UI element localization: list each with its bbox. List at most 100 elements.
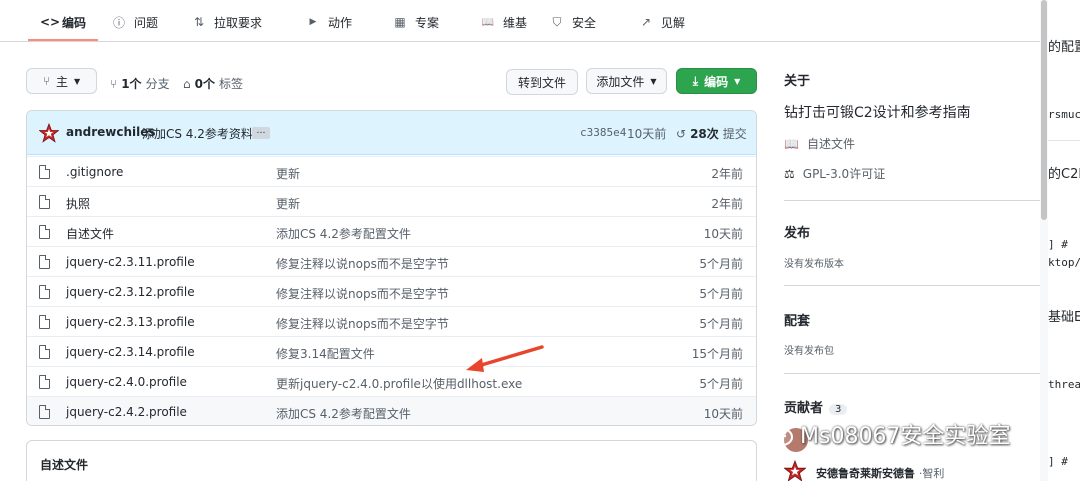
- contributors-heading[interactable]: 贡献者 3: [784, 397, 848, 416]
- sidebar-divider: [784, 200, 1040, 201]
- file-commit-message[interactable]: 修复注释以说nops而不是空字节: [276, 315, 449, 332]
- file-commit-message[interactable]: 修复注释以说nops而不是空字节: [276, 255, 449, 272]
- branch-name: 主: [56, 74, 69, 89]
- file-age: 5个月前: [699, 317, 743, 331]
- watermark: Ms08067安全实验室: [760, 418, 1010, 450]
- code-button-label: 编码: [704, 74, 729, 89]
- strip-text: 基础E: [1048, 310, 1080, 325]
- file-age: 5个月前: [699, 257, 743, 271]
- strip-text: 的C2li: [1048, 167, 1080, 182]
- file-commit-message[interactable]: 更新: [276, 195, 300, 212]
- file-name[interactable]: jquery-c2.3.12.profile: [66, 285, 195, 299]
- tab-wiki-label: 维基: [503, 15, 528, 30]
- author-avatar-icon[interactable]: [39, 123, 59, 143]
- file-commit-message[interactable]: 修复3.14配置文件: [276, 345, 375, 362]
- active-tab-underline: [28, 39, 98, 41]
- readme-link-label: 自述文件: [806, 137, 855, 151]
- file-name[interactable]: jquery-c2.3.11.profile: [66, 255, 195, 269]
- file-name[interactable]: jquery-c2.3.14.profile: [66, 345, 195, 359]
- go-to-file-button[interactable]: 转到文件: [506, 69, 578, 95]
- add-file-label: 添加文件: [596, 74, 645, 89]
- expand-commit-button[interactable]: …: [252, 127, 270, 139]
- scrollbar-thumb[interactable]: [1041, 0, 1047, 220]
- file-icon: [39, 315, 50, 329]
- file-row: .gitignore 更新 2年前: [27, 156, 756, 186]
- code-icon: <>: [40, 15, 61, 29]
- branch-count: 1个: [121, 77, 142, 91]
- tab-pull-requests[interactable]: ⇅ 拉取要求: [192, 12, 262, 32]
- tab-insights[interactable]: ↗ 见解: [639, 12, 685, 32]
- tab-actions-label: 动作: [328, 15, 353, 30]
- branches-link[interactable]: ⑂ 1个 分支: [110, 75, 170, 92]
- strip-text: ktop/: [1048, 256, 1080, 269]
- graph-icon: ↗: [640, 15, 652, 29]
- file-age: 15个月前: [691, 347, 743, 361]
- tab-issues[interactable]: ⓘ 问题: [112, 12, 158, 32]
- file-icon: [39, 405, 50, 419]
- file-icon: [39, 375, 50, 389]
- sidebar-divider: [784, 285, 1040, 286]
- packages-empty: 没有发布包: [784, 346, 834, 357]
- strip-text: rsmuc: [1048, 108, 1080, 121]
- branch-icon: ⑂: [110, 76, 118, 91]
- shield-icon: ⛉: [552, 14, 562, 29]
- file-name[interactable]: 执照: [66, 195, 90, 212]
- file-age: 2年前: [711, 167, 743, 181]
- pull-request-icon: ⇅: [193, 15, 205, 29]
- add-file-button[interactable]: 添加文件 ▼: [586, 68, 667, 94]
- branch-select-button[interactable]: ⑂ 主 ▼: [26, 68, 97, 94]
- file-row: jquery-c2.3.13.profile 修复注释以说nops而不是空字节 …: [27, 306, 756, 336]
- file-commit-message[interactable]: 更新: [276, 165, 300, 182]
- sidebar-divider: [784, 373, 1040, 374]
- file-name[interactable]: jquery-c2.4.0.profile: [66, 375, 187, 389]
- license-link[interactable]: ⚖ GPL-3.0许可证: [784, 165, 885, 182]
- file-name[interactable]: jquery-c2.3.13.profile: [66, 315, 195, 329]
- tags-link[interactable]: ⌂ 0个 标签: [183, 75, 243, 92]
- readme-link[interactable]: 📖 自述文件: [784, 135, 855, 152]
- file-commit-message[interactable]: 添加CS 4.2参考配置文件: [276, 225, 411, 242]
- file-commit-message[interactable]: 更新jquery-c2.4.0.profile以使用dllhost.exe: [276, 375, 522, 392]
- tab-pull-requests-label: 拉取要求: [214, 15, 263, 30]
- tab-issues-label: 问题: [134, 15, 159, 30]
- file-name[interactable]: jquery-c2.4.2.profile: [66, 405, 187, 419]
- file-name[interactable]: 自述文件: [66, 225, 114, 242]
- file-name[interactable]: .gitignore: [66, 165, 123, 179]
- tab-wiki[interactable]: 📖 维基: [481, 12, 527, 32]
- code-button[interactable]: ⤓ 编码 ▼: [676, 68, 757, 94]
- releases-empty: 没有发布版本: [784, 259, 844, 270]
- packages-heading[interactable]: 配套: [784, 310, 810, 329]
- contributor-avatar-icon[interactable]: [784, 460, 806, 481]
- law-icon: ⚖: [784, 166, 795, 181]
- file-table: andrewchiles 添加CS 4.2参考资料 … c3385e4 10天前…: [26, 110, 757, 426]
- file-row: jquery-c2.3.12.profile 修复注释以说nops而不是空字节 …: [27, 276, 756, 306]
- file-icon: [39, 255, 50, 269]
- file-icon: [39, 345, 50, 359]
- tag-count: 0个: [194, 77, 215, 91]
- releases-heading[interactable]: 发布: [784, 222, 810, 241]
- commit-message[interactable]: 添加CS 4.2参考资料: [142, 125, 253, 142]
- wechat-icon: [761, 422, 793, 446]
- file-icon: [39, 285, 50, 299]
- tab-projects[interactable]: ▦ 专案: [393, 12, 439, 32]
- scrollbar[interactable]: [1040, 0, 1048, 481]
- strip-divider: [1048, 140, 1080, 141]
- commit-count-label: 提交: [722, 127, 747, 141]
- play-icon: ▶: [309, 17, 317, 27]
- tab-security[interactable]: ⛉ 安全: [550, 12, 596, 32]
- commit-sha[interactable]: c3385e4: [580, 126, 626, 139]
- tab-actions[interactable]: ▶ 动作: [306, 12, 352, 32]
- strip-text: 的配置: [1048, 40, 1080, 55]
- file-row: jquery-c2.4.0.profile 更新jquery-c2.4.0.pr…: [27, 366, 756, 396]
- tab-code[interactable]: <> 编码: [40, 12, 86, 32]
- repo-page: <> 编码 ⓘ 问题 ⇅ 拉取要求 ▶ 动作 ▦ 专案 📖 维基 ⛉ 安全 ↗: [0, 0, 1040, 481]
- contributor-name[interactable]: 安德鲁奇莱斯安德鲁 ·智利: [816, 465, 944, 481]
- file-icon: [39, 225, 50, 239]
- file-commit-message[interactable]: 修复注释以说nops而不是空字节: [276, 285, 449, 302]
- file-commit-message[interactable]: 添加CS 4.2参考配置文件: [276, 405, 411, 422]
- commits-link[interactable]: ↺ 28次 提交: [676, 125, 747, 142]
- latest-commit-bar: andrewchiles 添加CS 4.2参考资料 … c3385e4 10天前…: [27, 111, 756, 155]
- repo-description: 钻打击可锻C2设计和参考指南: [784, 105, 971, 121]
- tag-label: 标签: [218, 77, 243, 91]
- contributor-name-text: 安德鲁奇莱斯安德鲁: [816, 467, 915, 480]
- file-age: 5个月前: [699, 287, 743, 301]
